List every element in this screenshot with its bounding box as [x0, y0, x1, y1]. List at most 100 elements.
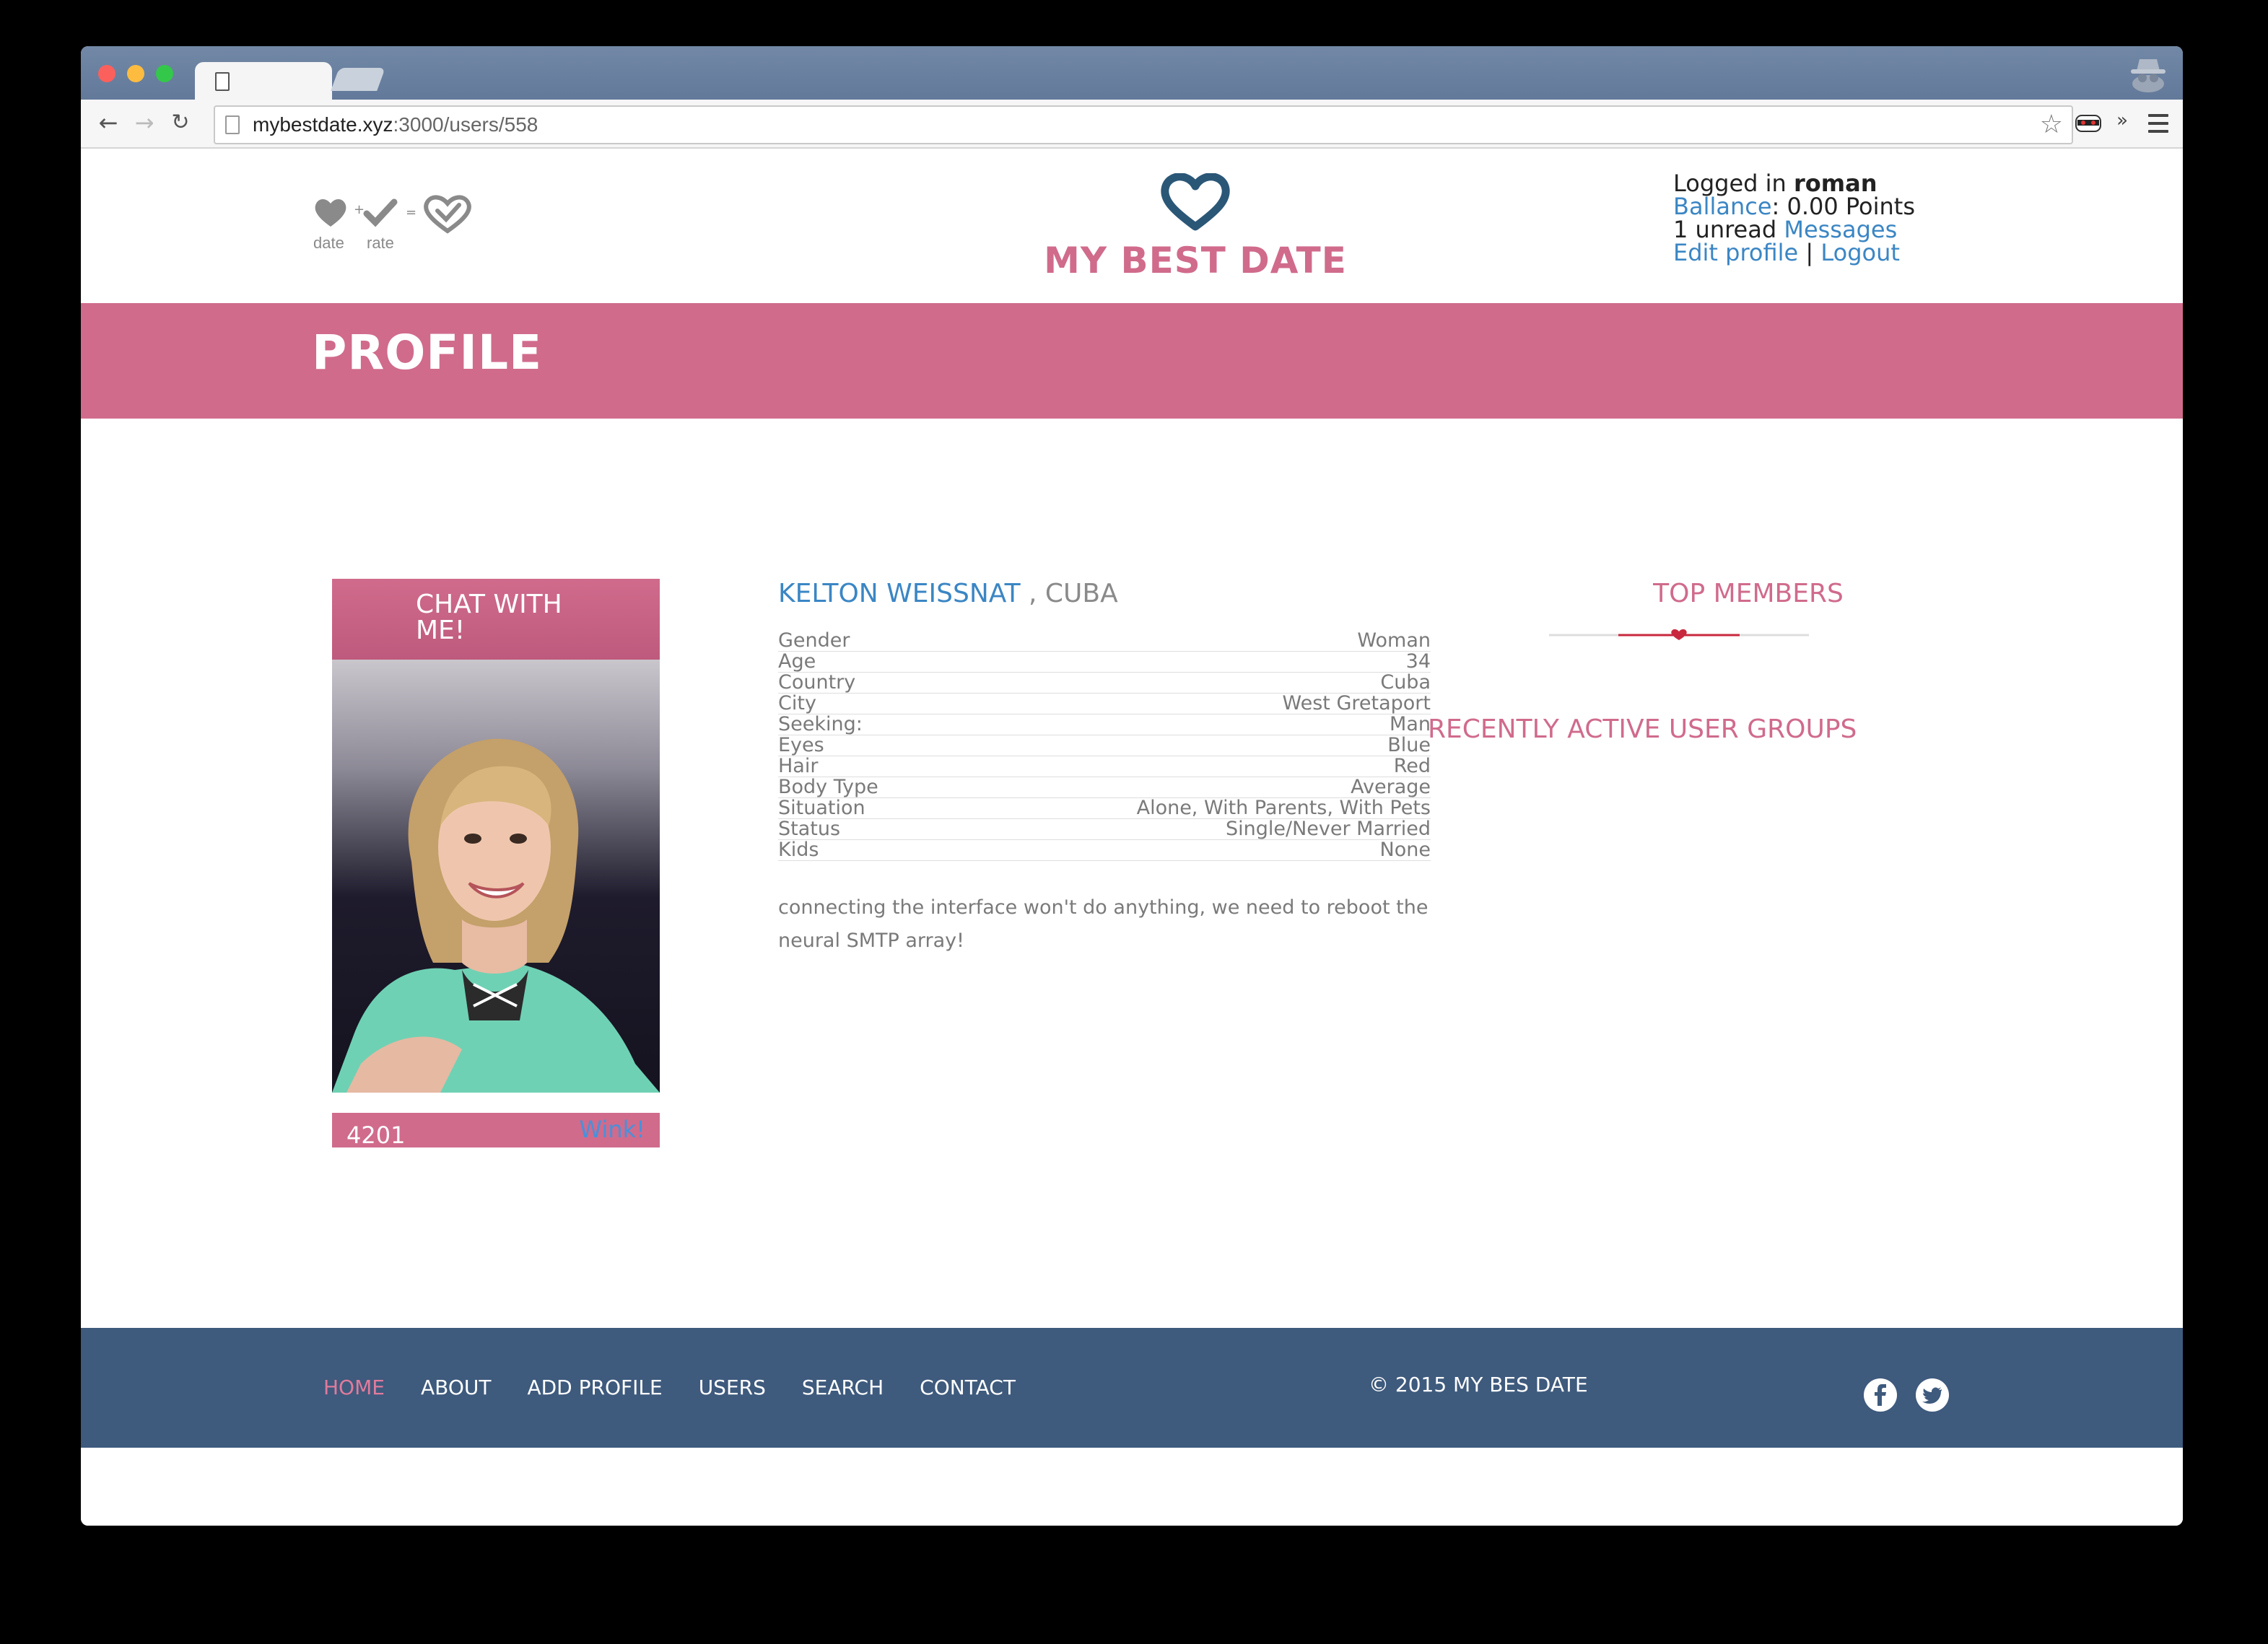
copyright: © 2015 MY BES DATE — [1369, 1373, 1588, 1396]
attribute-value: Blue — [943, 735, 1431, 756]
attribute-label: Kids — [778, 839, 944, 861]
profile-attributes-table: Gender Woman Age 34 Country Cuba City West G… — [778, 631, 1431, 861]
browser-tab[interactable] — [195, 62, 332, 101]
attribute-row: Eyes Blue — [778, 735, 1431, 756]
attribute-label: Hair — [778, 756, 944, 777]
attribute-value: 34 — [943, 651, 1431, 673]
footer-nav-home[interactable]: HOME — [323, 1376, 385, 1399]
svg-text:+: + — [354, 202, 365, 217]
attribute-row: Situation Alone, With Parents, With Pets — [778, 797, 1431, 819]
attribute-value: Red — [943, 756, 1431, 777]
attribute-label: Eyes — [778, 735, 944, 756]
twitter-icon[interactable] — [1916, 1378, 1949, 1412]
footer-nav-about[interactable]: ABOUT — [421, 1376, 492, 1399]
web-page: + = date rate MY BEST DATE Logged in rom… — [81, 149, 2183, 1526]
footer-nav-search[interactable]: SEARCH — [802, 1376, 884, 1399]
edit-profile-link[interactable]: Edit profile — [1673, 239, 1798, 266]
browser-window: ← → ↻ mybestdate.xyz:3000/users/558 ☆ » … — [81, 46, 2183, 1526]
date-rate-logo[interactable]: + = date rate — [313, 195, 479, 253]
url-host: mybestdate.xyz — [253, 113, 393, 136]
facebook-icon[interactable] — [1864, 1378, 1897, 1412]
attribute-label: Country — [778, 672, 944, 694]
page-icon — [225, 115, 240, 134]
wink-button[interactable]: Wink! — [580, 1116, 645, 1143]
profile-details: KELTON WEISSNAT , CUBA Gender Woman Age 34… — [778, 579, 1431, 958]
attribute-value: West Gretaport — [943, 693, 1431, 714]
incognito-icon — [2131, 59, 2165, 92]
extension-mask-icon[interactable] — [2075, 113, 2102, 134]
top-members-heading: TOP MEMBERS — [1653, 579, 1844, 608]
page-icon — [215, 72, 230, 91]
attribute-value: Woman — [943, 631, 1431, 652]
profile-bio: connecting the interface won't do anythi… — [778, 896, 1429, 952]
logo-label-rate: rate — [367, 234, 394, 252]
more-extensions-icon[interactable]: » — [2116, 110, 2128, 131]
link-separator: | — [1805, 239, 1814, 266]
attribute-label: City — [778, 693, 944, 714]
profile-name-line: KELTON WEISSNAT , CUBA — [778, 579, 1431, 622]
attribute-value: None — [943, 839, 1431, 861]
chat-label: CHAT WITH ME! — [416, 590, 562, 645]
brand-title: MY BEST DATE — [1044, 240, 1347, 281]
profile-photo — [332, 660, 660, 1093]
recent-groups-heading: RECENTLY ACTIVE USER GROUPS — [1428, 714, 1857, 744]
site-footer: HOME ABOUT ADD PROFILE USERS SEARCH CONT… — [81, 1328, 2183, 1448]
page-banner: PROFILE — [81, 303, 2183, 419]
page-title: PROFILE — [312, 325, 543, 380]
attribute-label: Gender — [778, 631, 944, 652]
footer-nav: HOME ABOUT ADD PROFILE USERS SEARCH CONT… — [323, 1376, 1016, 1399]
bookmark-star-icon[interactable]: ☆ — [2040, 110, 2063, 139]
attribute-value: Single/Never Married — [943, 818, 1431, 840]
date-plus-rate-icon: + = — [315, 195, 471, 234]
footer-nav-add-profile[interactable]: ADD PROFILE — [527, 1376, 662, 1399]
heart-divider-icon — [1549, 629, 1809, 640]
attribute-value: Alone, With Parents, With Pets — [943, 797, 1431, 819]
brand-logo[interactable]: MY BEST DATE — [1044, 173, 1347, 289]
user-info: Logged in roman Ballance: 0.00 Points 1 … — [1673, 172, 1915, 264]
svg-text:=: = — [406, 205, 416, 220]
attribute-row: Hair Red — [778, 756, 1431, 777]
close-window-button[interactable] — [98, 65, 115, 82]
attribute-row: Age 34 — [778, 651, 1431, 673]
site-header: + = date rate MY BEST DATE Logged in rom… — [81, 149, 2183, 303]
url-path: :3000/users/558 — [393, 113, 538, 136]
footer-nav-users[interactable]: USERS — [699, 1376, 766, 1399]
profile-country: , CUBA — [1029, 579, 1118, 608]
reload-icon[interactable]: ↻ — [166, 108, 195, 137]
minimize-window-button[interactable] — [127, 65, 144, 82]
attribute-row: Gender Woman — [778, 631, 1431, 652]
browser-toolbar: ← → ↻ mybestdate.xyz:3000/users/558 ☆ » — [81, 100, 2183, 149]
attribute-label: Situation — [778, 797, 944, 819]
attribute-value: Man — [943, 714, 1431, 735]
attribute-row: Kids None — [778, 839, 1431, 861]
attribute-row: Country Cuba — [778, 672, 1431, 694]
profile-number: 4201 — [346, 1121, 406, 1149]
footer-nav-contact[interactable]: CONTACT — [920, 1376, 1016, 1399]
attribute-label: Seeking: — [778, 714, 944, 735]
forward-icon[interactable]: → — [130, 108, 159, 137]
attribute-value: Average — [943, 777, 1431, 798]
profile-photo-illustration — [332, 738, 660, 1093]
back-icon[interactable]: ← — [94, 108, 123, 137]
tab-strip — [81, 46, 2183, 101]
new-tab-button[interactable] — [331, 68, 385, 91]
attribute-label: Status — [778, 818, 944, 840]
attribute-label: Age — [778, 651, 944, 673]
attribute-row: Body Type Average — [778, 777, 1431, 798]
chat-with-me-button[interactable]: CHAT WITH ME! — [332, 579, 660, 660]
url-text[interactable]: mybestdate.xyz:3000/users/558 — [253, 113, 538, 136]
logo-label-date: date — [313, 234, 344, 252]
zoom-window-button[interactable] — [156, 65, 173, 82]
attribute-row: Seeking: Man — [778, 714, 1431, 735]
attribute-row: City West Gretaport — [778, 693, 1431, 714]
profile-card: CHAT WITH ME! 4201 Wink! — [332, 579, 660, 1149]
card-footer: 4201 Wink! — [332, 1113, 660, 1149]
address-bar[interactable]: mybestdate.xyz:3000/users/558 ☆ — [214, 105, 2073, 144]
browser-menu-icon[interactable] — [2148, 114, 2168, 133]
profile-name: KELTON WEISSNAT — [778, 579, 1021, 608]
attribute-label: Body Type — [778, 777, 944, 798]
heart-logo-icon — [1161, 173, 1230, 231]
attribute-value: Cuba — [943, 672, 1431, 694]
logout-link[interactable]: Logout — [1820, 239, 1900, 266]
attribute-row: Status Single/Never Married — [778, 818, 1431, 840]
